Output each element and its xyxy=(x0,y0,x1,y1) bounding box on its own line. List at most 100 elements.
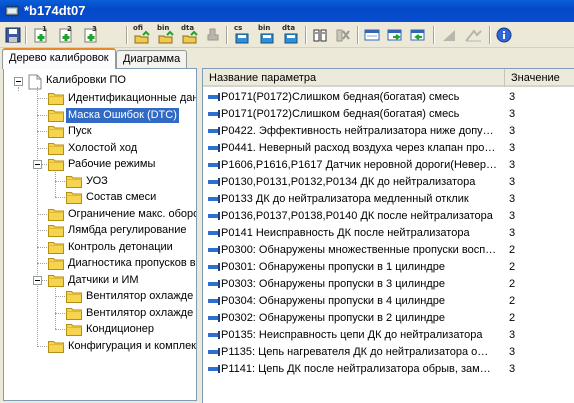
save-bin-icon[interactable]: bin xyxy=(256,25,278,45)
folder-open-icon xyxy=(48,274,64,287)
title-bar[interactable]: *b174dt07 xyxy=(0,0,574,22)
list-row[interactable]: P0304: Обнаружены пропуски в 4 цилиндре 2 xyxy=(203,293,574,310)
folder-open-icon xyxy=(48,159,64,171)
window-icon[interactable] xyxy=(362,25,382,45)
parameter-name: P0130,P0131,P0132,P0134 ДК до нейтрализа… xyxy=(221,176,476,188)
info-icon[interactable] xyxy=(494,25,514,45)
open-ofi-icon[interactable]: ofi xyxy=(131,25,153,45)
list-row[interactable]: P0130,P0131,P0132,P0134 ДК до нейтрализа… xyxy=(203,174,574,191)
parameter-value: 2 xyxy=(509,261,516,273)
folder-icon xyxy=(66,175,82,188)
list-row[interactable]: P0441. Неверный расход воздуха через кла… xyxy=(203,140,574,157)
parameter-name: P0300: Обнаружены множественные пропуски… xyxy=(221,244,497,256)
parameter-name: P1606,P1616,P1617 Датчик неровной дороги… xyxy=(221,159,497,171)
parameter-icon xyxy=(208,127,220,135)
parameter-value: 3 xyxy=(509,176,516,188)
import-icon[interactable] xyxy=(408,25,428,45)
parameter-name: P0141 Неисправность ДК после нейтрализат… xyxy=(221,227,470,239)
chart-icon[interactable] xyxy=(439,25,459,45)
parameter-name: P0302: Обнаружены пропуски в 2 цилиндре xyxy=(221,312,445,324)
save-icon[interactable] xyxy=(3,25,23,45)
parameter-value: 3 xyxy=(509,210,516,222)
stamp-icon[interactable] xyxy=(203,25,223,45)
parameter-name: P0135: Неисправность цепи ДК до нейтрали… xyxy=(221,329,483,341)
parameter-value: 2 xyxy=(509,244,516,256)
parameter-name: P0303: Обнаружены пропуски в 3 цилиндре xyxy=(221,278,445,290)
parameter-value: 3 xyxy=(509,193,516,205)
parameter-value: 3 xyxy=(509,125,516,137)
parameter-value: 3 xyxy=(509,159,516,171)
save-dta-icon[interactable]: dta xyxy=(280,25,302,45)
open-bin-icon[interactable]: bin xyxy=(155,25,177,45)
list-row[interactable]: P0303: Обнаружены пропуски в 3 цилиндре 2 xyxy=(203,276,574,293)
list-row[interactable]: P0422. Эффективность нейтрализатора ниже… xyxy=(203,123,574,140)
root-collapse-toggle[interactable] xyxy=(14,77,23,86)
swap-icon[interactable] xyxy=(333,25,353,45)
parameter-name: P0422. Эффективность нейтрализатора ниже… xyxy=(221,125,494,137)
parameter-list[interactable]: Название параметра Значение P0171(P0172)… xyxy=(202,68,574,403)
folder-icon xyxy=(66,192,82,204)
parameter-icon xyxy=(208,229,220,237)
parameter-icon xyxy=(208,161,220,169)
parameter-name: P0136,P0137,P0138,P0140 ДК после нейтрал… xyxy=(221,210,493,222)
graph-icon[interactable] xyxy=(462,25,484,45)
parameter-value: 3 xyxy=(509,329,516,341)
compare-icon[interactable] xyxy=(310,25,330,45)
list-row[interactable]: P0141 Неисправность ДК после нейтрализат… xyxy=(203,225,574,242)
add-2-icon[interactable]: 2 xyxy=(55,25,77,45)
tree-collapse-toggle[interactable] xyxy=(33,275,42,285)
list-row[interactable]: P0171(P0172)Слишком бедная(богатая) смес… xyxy=(203,89,574,106)
tab-diagram[interactable]: Диаграмма xyxy=(116,50,188,68)
parameter-value: 2 xyxy=(509,295,516,307)
parameter-value: 3 xyxy=(509,227,516,239)
add-1-icon[interactable]: 1 xyxy=(30,25,52,45)
save-cs-icon[interactable]: cs xyxy=(231,25,253,45)
open-dta-icon[interactable]: dta xyxy=(179,25,201,45)
parameter-icon xyxy=(208,331,220,339)
add-3-icon[interactable]: 3 xyxy=(80,25,102,45)
parameter-icon xyxy=(208,110,220,118)
tree-item-label: Лямбда регулирование xyxy=(68,224,187,236)
parameter-value: 3 xyxy=(509,346,516,358)
folder-icon xyxy=(48,258,64,270)
tab-calibration-tree[interactable]: Дерево калибровок xyxy=(2,48,116,69)
folder-icon xyxy=(48,241,64,254)
list-row[interactable]: P0135: Неисправность цепи ДК до нейтрали… xyxy=(203,327,574,344)
tree-collapse-toggle[interactable] xyxy=(33,160,42,169)
parameter-value: 3 xyxy=(509,142,516,154)
list-row[interactable]: P0171(P0172)Слишком бедная(богатая) смес… xyxy=(203,106,574,123)
tree-item-label: Датчики и ИМ xyxy=(68,273,139,286)
list-row[interactable]: P0136,P0137,P0138,P0140 ДК после нейтрал… xyxy=(203,208,574,225)
list-row[interactable]: P0133 ДК до нейтрализатора медленный отк… xyxy=(203,191,574,208)
export-icon[interactable] xyxy=(385,25,405,45)
parameter-name: P0301: Обнаружены пропуски в 1 цилиндре xyxy=(221,261,445,273)
parameter-name: P0171(P0172)Слишком бедная(богатая) смес… xyxy=(221,108,460,120)
column-header-value-label: Значение xyxy=(511,72,560,84)
tree-item-label: Конфигурация и комплект xyxy=(68,339,197,352)
list-row[interactable]: P1135: Цепь нагревателя ДК до нейтрализа… xyxy=(203,344,574,361)
folder-icon xyxy=(48,93,64,105)
parameter-icon xyxy=(208,212,220,220)
list-row[interactable]: P0300: Обнаружены множественные пропуски… xyxy=(203,242,574,259)
list-row[interactable]: P0302: Обнаружены пропуски в 2 цилиндре 2 xyxy=(203,310,574,327)
list-row[interactable]: P1141: Цепь ДК после нейтрализатора обры… xyxy=(203,361,574,378)
calibration-tree[interactable]: Калибровки ПО Идентификационные дан Маска… xyxy=(3,68,197,401)
column-header-value[interactable]: Значение xyxy=(505,69,574,87)
parameter-value: 3 xyxy=(509,108,516,120)
parameter-value: 2 xyxy=(509,312,516,324)
tree-root-label: Калибровки ПО xyxy=(46,74,126,86)
tree-item-label: Вентилятор охлажде xyxy=(86,290,194,302)
column-header-name[interactable]: Название параметра xyxy=(203,69,505,87)
list-row[interactable]: P0301: Обнаружены пропуски в 1 цилиндре 2 xyxy=(203,259,574,276)
parameter-value: 3 xyxy=(509,91,516,103)
parameter-icon xyxy=(208,365,220,373)
list-row[interactable]: P1606,P1616,P1617 Датчик неровной дороги… xyxy=(203,157,574,174)
tree-item-label: Маска Ошибок (DTC) xyxy=(66,107,179,123)
tab-strip: Дерево калибровок Диаграмма xyxy=(0,48,574,69)
folder-icon xyxy=(66,324,82,336)
toolbar: 1 2 3 ofi bin dta cs bin dta xyxy=(0,22,574,48)
tree-item-label: Вентилятор охлажде xyxy=(86,306,194,319)
tree-item-label: Кондиционер xyxy=(86,323,155,335)
tree-item-label: Контроль детонации xyxy=(68,240,173,253)
folder-icon xyxy=(66,307,82,320)
